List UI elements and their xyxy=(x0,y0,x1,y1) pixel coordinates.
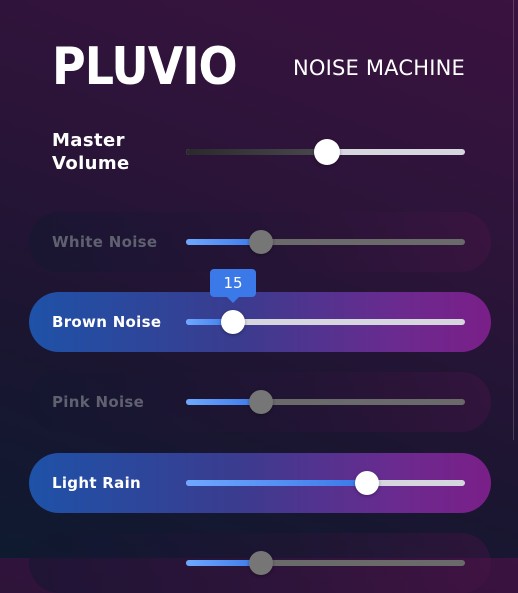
app-logo: PLUVIO xyxy=(52,35,238,97)
sound-label: Pink Noise xyxy=(52,393,145,411)
sound-volume-thumb[interactable] xyxy=(221,310,245,334)
sound-label: Light Rain xyxy=(52,474,142,492)
master-volume-fill xyxy=(186,149,327,155)
master-volume-thumb[interactable] xyxy=(314,139,340,165)
sound-volume-slider[interactable] xyxy=(186,310,465,334)
master-volume-label: Master Volume xyxy=(52,130,130,174)
app-subtitle: NOISE MACHINE xyxy=(292,56,465,80)
noise-machine-app: PLUVIO NOISE MACHINE Master Volume White… xyxy=(0,0,518,593)
sound-volume-slider[interactable] xyxy=(186,390,465,414)
sound-label: White Noise xyxy=(52,233,158,251)
master-volume-slider[interactable] xyxy=(186,139,465,165)
sound-volume-thumb[interactable] xyxy=(355,471,379,495)
sound-volume-thumb[interactable] xyxy=(249,230,273,254)
sound-volume-fill xyxy=(186,480,367,486)
sound-volume-thumb[interactable] xyxy=(249,390,273,414)
sound-label: Brown Noise xyxy=(52,313,162,331)
sound-volume-slider[interactable] xyxy=(186,471,465,495)
volume-value-tooltip: 15 xyxy=(210,269,256,303)
sound-volume-slider[interactable] xyxy=(186,230,465,254)
sound-volume-thumb[interactable] xyxy=(249,551,273,575)
scroll-edge-line xyxy=(513,0,514,440)
sound-volume-slider[interactable] xyxy=(186,551,465,575)
